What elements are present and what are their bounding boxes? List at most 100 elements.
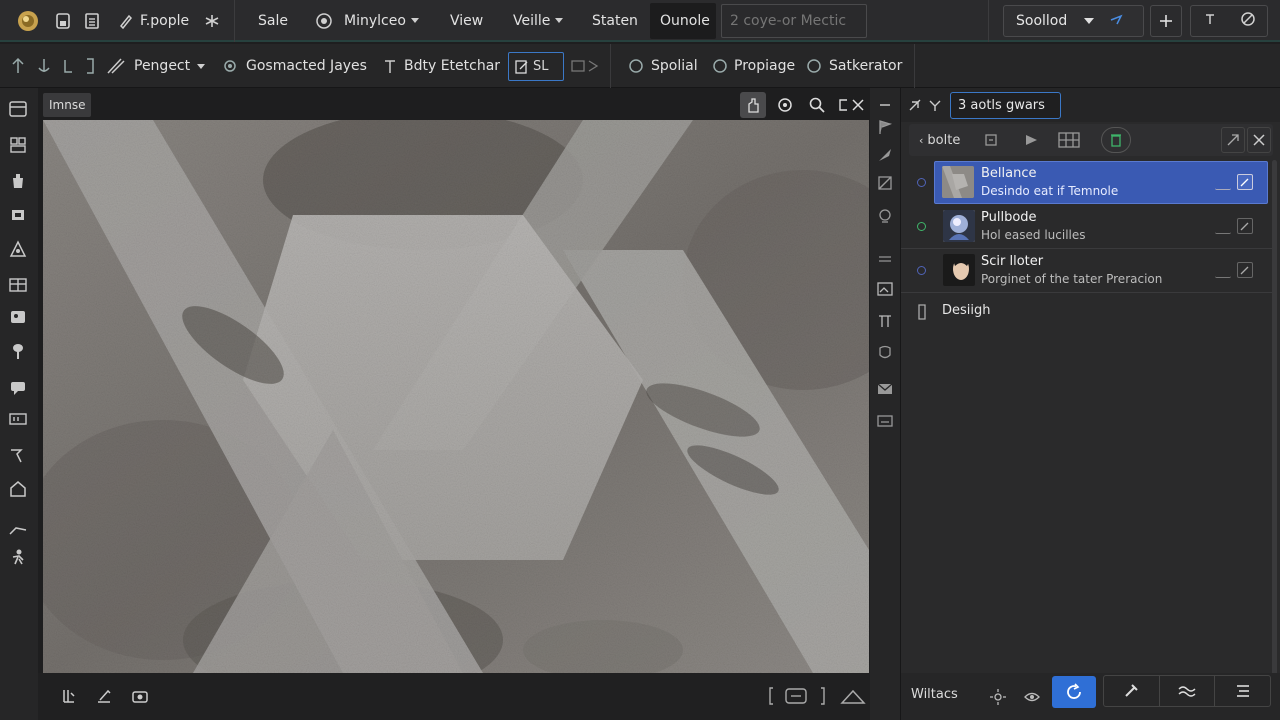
hand-tool-button[interactable] [740,92,766,118]
table-icon[interactable] [5,272,31,298]
toolbar-item-gosmacted[interactable]: Gosmacted Jayes [246,44,367,88]
panel-search-field[interactable]: 3 aotls gwars [950,92,1061,119]
quill-icon[interactable] [874,144,896,166]
path-icon[interactable] [5,442,31,468]
expand-button[interactable] [1221,127,1245,153]
layer-row[interactable]: Scir lloter Porginet of the tater Prerac… [901,249,1273,292]
trash-button[interactable] [1101,127,1131,153]
slash-box-icon[interactable] [874,172,896,194]
toolbar-active-tool[interactable]: SL [508,52,564,81]
menu-ounole[interactable]: Ounole [650,3,716,39]
brush-rail-icon[interactable] [5,338,31,364]
link-icon[interactable] [907,97,923,117]
menu-view[interactable]: View [450,0,483,42]
toolbar-item-propiage[interactable]: Propiage [734,44,795,88]
mode-select[interactable]: Soollod [1003,5,1144,37]
layer-visibility-dot[interactable] [917,222,926,231]
line-tool-icon[interactable] [5,516,31,542]
back-button[interactable]: ‹ bolte [915,127,964,153]
bucket-icon[interactable] [5,168,31,194]
close-panel-button[interactable] [1247,127,1271,153]
anchor-icon[interactable] [34,56,54,76]
mail-icon[interactable] [874,378,896,400]
flag-icon[interactable] [874,116,896,138]
mask-icon[interactable] [874,342,896,364]
shapes-icon[interactable] [5,236,31,262]
pen-tool-icon[interactable] [114,9,138,33]
play-icon[interactable] [1019,127,1043,153]
block-icon[interactable] [1240,11,1256,31]
refresh-button[interactable] [1052,676,1096,708]
image-icon[interactable] [5,304,31,330]
save-icon[interactable] [51,9,75,33]
toolbar-item-satkerator[interactable]: Satkerator [829,44,902,88]
pillar-icon[interactable] [874,310,896,332]
grid-view-icon[interactable] [1055,127,1083,153]
layer-visibility-dot[interactable] [917,266,926,275]
pin-tool-icon[interactable] [1203,12,1217,30]
target-button[interactable] [772,92,798,118]
comment-icon[interactable] [5,374,31,400]
add-button[interactable] [1150,5,1182,37]
menu-staten[interactable]: Staten [592,0,638,42]
layer-visibility-dot[interactable] [917,178,926,187]
frame-bracket-icon[interactable] [766,683,828,709]
home-icon[interactable] [5,476,31,502]
pin-icon[interactable] [1109,12,1123,30]
brush-icon[interactable] [106,56,126,76]
menu-veille[interactable]: Veille [513,0,564,42]
align-icon[interactable] [56,683,82,709]
menu-button[interactable] [1215,676,1270,706]
search-box[interactable] [721,4,867,38]
asterisk-icon[interactable] [200,9,224,33]
panel-scrollbar[interactable] [1272,160,1277,680]
node-icon[interactable] [58,56,78,76]
layers-tool-icon[interactable] [570,56,602,76]
sun-icon[interactable] [987,682,1009,712]
layer-row[interactable]: Bellance Desindo eat if Temnole [901,161,1273,204]
app-name[interactable]: F.pople [140,0,189,42]
transform-icon[interactable] [91,683,117,709]
zoom-button[interactable] [804,92,830,118]
panel-icon[interactable] [5,96,31,122]
layer-group-row[interactable]: Desiigh [901,293,1273,329]
picture-icon[interactable] [874,278,896,300]
layer-row[interactable]: Pullbode Hol eased lucilles [901,205,1273,248]
snapshot-icon[interactable] [127,683,153,709]
layer-edit-button[interactable] [1237,174,1253,190]
panel-header: 3 aotls gwars [901,88,1280,122]
layer-lock-toggle[interactable] [1215,262,1231,278]
frame-icon[interactable] [5,202,31,228]
layer-lock-toggle[interactable] [1215,218,1231,234]
head-icon[interactable] [874,206,896,228]
artboard-image[interactable] [43,120,869,673]
canvas-tab[interactable]: Imnse [43,93,92,117]
app-logo-icon[interactable] [16,9,40,33]
document-icon[interactable] [80,9,104,33]
fit-close-button[interactable] [836,92,868,118]
project-dropdown[interactable]: Pengect [134,44,206,88]
menu-sale[interactable]: Sale [258,0,288,42]
copy-icon[interactable] [979,127,1003,153]
person-icon[interactable] [5,544,31,570]
search-input[interactable] [722,5,866,37]
arrow-up-icon[interactable] [8,56,28,76]
wave-button[interactable] [1160,676,1216,706]
layer-edit-button[interactable] [1237,218,1253,234]
hammer-button[interactable] [1104,676,1160,706]
layer-edit-button[interactable] [1237,262,1253,278]
ps-icon[interactable] [874,248,896,270]
toolbar-item-bdty[interactable]: Bdty Etetchar [404,44,500,88]
grid-tool-icon[interactable] [5,132,31,158]
triangle-shape-icon[interactable] [840,683,866,709]
text-box-icon[interactable] [5,406,31,432]
menu-minylceo[interactable]: Minylceo [344,0,419,42]
bracket-icon[interactable] [80,56,100,76]
toolbar-item-spolial[interactable]: Spolial [651,44,698,88]
layers-stack-icon[interactable] [927,97,943,117]
chevron-down-icon [410,17,419,23]
tray-icon[interactable] [874,410,896,432]
eye-icon[interactable] [1021,682,1043,712]
layer-lock-toggle[interactable] [1215,174,1231,190]
minus-icon[interactable] [874,94,896,116]
